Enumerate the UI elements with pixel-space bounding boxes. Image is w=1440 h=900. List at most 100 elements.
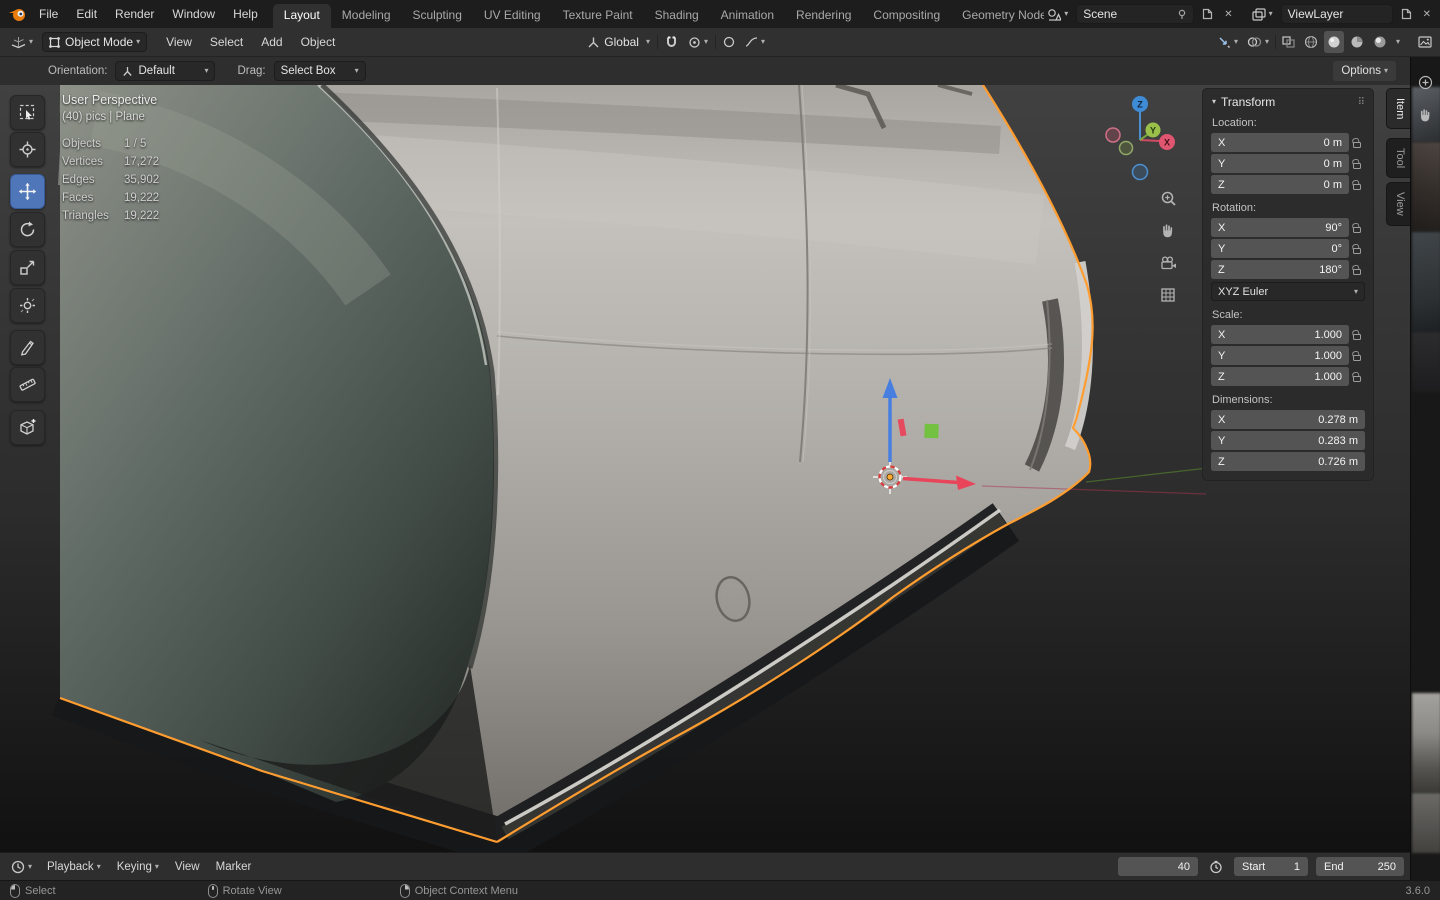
timeline-menu-view[interactable]: View — [167, 853, 208, 880]
lock-icon[interactable] — [1349, 260, 1365, 279]
menu-help[interactable]: Help — [224, 0, 267, 28]
scale-y-field[interactable]: Y1.000 — [1211, 346, 1349, 365]
preview-range-clock-icon[interactable] — [1206, 856, 1226, 878]
location-y-field[interactable]: Y0 m — [1211, 154, 1349, 173]
sidebar-tab-view[interactable]: View — [1386, 182, 1410, 226]
rotation-y-field[interactable]: Y0° — [1211, 239, 1349, 258]
show-overlays-dropdown[interactable]: ▾ — [1244, 31, 1272, 53]
mode-dropdown[interactable]: Object Mode ▾ — [42, 32, 147, 52]
reference-photo[interactable] — [1412, 142, 1440, 232]
zoom-button[interactable] — [1156, 186, 1180, 210]
workspace-tab-rendering[interactable]: Rendering — [785, 4, 862, 28]
drag-setting-dropdown[interactable]: Select Box ▾ — [274, 61, 366, 81]
workspace-tab-layout[interactable]: Layout — [273, 4, 331, 28]
show-gizmo-dropdown[interactable]: ▾ — [1215, 31, 1241, 53]
dimensions-y-field[interactable]: Y0.283 m — [1211, 431, 1365, 450]
frame-start-field[interactable]: Start 1 — [1234, 857, 1308, 876]
nav-axis-neg-x[interactable] — [1106, 128, 1120, 142]
reference-photo[interactable] — [1412, 693, 1440, 793]
viewport-3d[interactable]: Z Y X — [0, 85, 1410, 852]
timeline-menu-keying[interactable]: Keying▾ — [109, 853, 167, 880]
nav-axis-neg-z[interactable] — [1133, 165, 1148, 180]
orientation-setting-dropdown[interactable]: Default ▾ — [115, 61, 215, 81]
location-x-field[interactable]: X0 m — [1211, 133, 1349, 152]
workspace-tab-texture-paint[interactable]: Texture Paint — [552, 4, 644, 28]
timeline-menu-playback[interactable]: Playback▾ — [39, 853, 109, 880]
camera-view-button[interactable] — [1156, 251, 1180, 275]
reference-photo[interactable] — [1412, 793, 1440, 853]
toggle-ortho-button[interactable] — [1156, 283, 1180, 307]
blender-logo-icon[interactable] — [8, 7, 26, 22]
timeline-editor-icon[interactable]: ▾ — [8, 856, 35, 878]
scale-z-field[interactable]: Z1.000 — [1211, 367, 1349, 386]
unlink-scene-icon[interactable]: ✕ — [1221, 3, 1235, 25]
rotation-z-field[interactable]: Z180° — [1211, 260, 1349, 279]
new-view-layer-icon[interactable] — [1398, 3, 1415, 25]
menu-object[interactable]: Object — [292, 28, 345, 56]
view-layer-selector[interactable]: ViewLayer — [1281, 4, 1393, 24]
location-z-field[interactable]: Z0 m — [1211, 175, 1349, 194]
menu-edit[interactable]: Edit — [67, 0, 106, 28]
scene-icon[interactable]: ▾ — [1044, 3, 1071, 25]
lock-icon[interactable] — [1349, 367, 1365, 386]
sidebar-tab-item[interactable]: Item — [1386, 88, 1410, 129]
timeline-menu-marker[interactable]: Marker — [208, 853, 260, 880]
scale-x-field[interactable]: X1.000 — [1211, 325, 1349, 344]
tool-move-button[interactable] — [10, 174, 45, 209]
lock-icon[interactable] — [1349, 325, 1365, 344]
menu-select[interactable]: Select — [201, 28, 252, 56]
proportional-falloff-dropdown[interactable]: ▾ — [742, 31, 768, 53]
tool-add-cube-button[interactable] — [10, 410, 45, 445]
remove-view-layer-icon[interactable]: ✕ — [1420, 3, 1434, 25]
shading-material-button[interactable] — [1347, 31, 1367, 53]
shading-solid-button[interactable] — [1324, 31, 1344, 53]
pan-strip-button[interactable] — [1418, 107, 1433, 123]
chevron-down-icon[interactable]: ▾ — [1396, 38, 1400, 46]
add-image-button[interactable] — [1418, 75, 1433, 90]
lock-icon[interactable] — [1349, 218, 1365, 237]
panel-title[interactable]: Transform — [1221, 95, 1275, 109]
menu-window[interactable]: Window — [163, 0, 224, 28]
lock-icon[interactable] — [1349, 239, 1365, 258]
current-frame-field[interactable]: 40 — [1118, 857, 1198, 876]
editor-type-icon[interactable]: ▾ — [8, 31, 36, 53]
menu-view[interactable]: View — [157, 28, 201, 56]
lock-icon[interactable] — [1349, 133, 1365, 152]
reference-photo[interactable] — [1412, 232, 1440, 332]
new-scene-icon[interactable] — [1199, 3, 1216, 25]
workspace-tab-sculpting[interactable]: Sculpting — [402, 4, 473, 28]
panel-drag-handle-icon[interactable]: ⠿ — [1358, 97, 1365, 108]
tool-transform-button[interactable] — [10, 288, 45, 323]
options-dropdown[interactable]: Options ▾ — [1333, 61, 1396, 81]
reference-photo[interactable] — [1412, 332, 1440, 392]
shading-wireframe-button[interactable] — [1301, 31, 1321, 53]
workspace-tab-animation[interactable]: Animation — [710, 4, 785, 28]
pin-icon[interactable] — [1177, 9, 1187, 20]
transform-orientation-dropdown[interactable]: Global ▾ — [584, 31, 653, 53]
pan-button[interactable] — [1156, 218, 1180, 242]
workspace-tab-compositing[interactable]: Compositing — [862, 4, 951, 28]
scene-selector[interactable]: Scene — [1076, 4, 1194, 24]
snap-settings-dropdown[interactable]: ▾ — [685, 31, 711, 53]
menu-render[interactable]: Render — [106, 0, 163, 28]
image-editor-icon[interactable] — [1410, 31, 1440, 53]
tool-cursor-button[interactable] — [10, 132, 45, 167]
frame-end-field[interactable]: End 250 — [1316, 857, 1404, 876]
proportional-editing-toggle[interactable] — [720, 31, 738, 53]
shading-rendered-button[interactable] — [1370, 31, 1390, 53]
menu-add[interactable]: Add — [252, 28, 291, 56]
sidebar-tab-tool[interactable]: Tool — [1386, 138, 1410, 178]
nav-axis-neg-y[interactable] — [1120, 142, 1133, 155]
rotation-mode-dropdown[interactable]: XYZ Euler ▾ — [1211, 282, 1365, 301]
workspace-tab-modeling[interactable]: Modeling — [331, 4, 402, 28]
dimensions-x-field[interactable]: X0.278 m — [1211, 410, 1365, 429]
tool-annotate-button[interactable] — [10, 330, 45, 365]
lock-icon[interactable] — [1349, 175, 1365, 194]
menu-file[interactable]: File — [30, 0, 67, 28]
workspace-tab-uv-editing[interactable]: UV Editing — [473, 4, 552, 28]
rotation-x-field[interactable]: X90° — [1211, 218, 1349, 237]
tool-rotate-button[interactable] — [10, 212, 45, 247]
tool-measure-button[interactable] — [10, 367, 45, 402]
workspace-tab-geometry-nodes[interactable]: Geometry Nodes — [951, 4, 1044, 28]
panel-collapse-icon[interactable]: ▾ — [1212, 98, 1216, 106]
